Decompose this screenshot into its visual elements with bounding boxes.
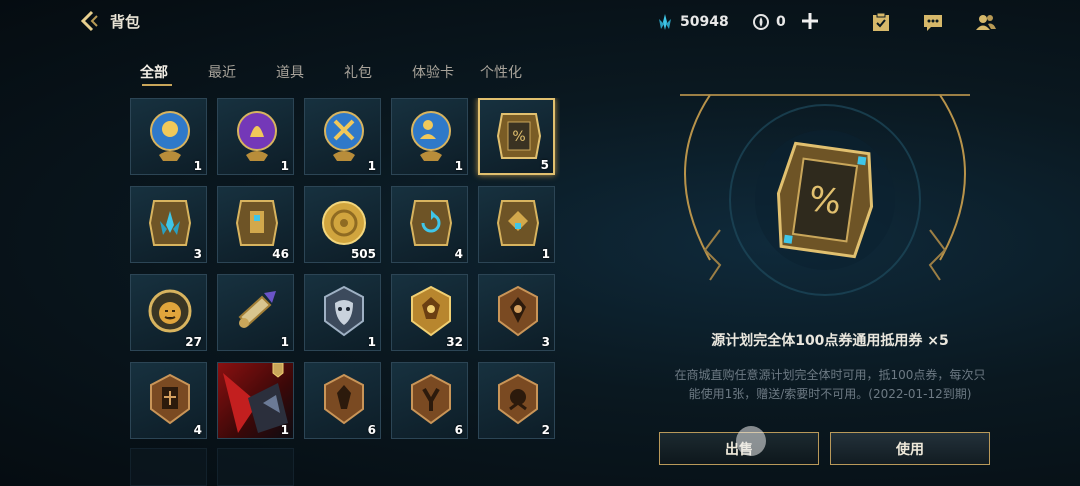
item-count: 1 — [193, 159, 202, 173]
item-count: 5 — [540, 158, 549, 172]
crossed-swords-orb-icon — [324, 111, 364, 161]
add-currency-icon[interactable] — [799, 10, 821, 32]
scroll-icon — [238, 291, 276, 328]
item-count: 3 — [193, 247, 202, 261]
blue-orb-icon — [150, 111, 190, 161]
item-count: 1 — [280, 335, 289, 349]
item-name: 源计划完全体100点券通用抵用券 ×5 — [711, 333, 949, 349]
inventory-item-selected[interactable]: % 5 — [478, 98, 555, 175]
inventory-item[interactable]: 6 — [304, 362, 381, 439]
item-count: 1 — [454, 159, 463, 173]
friends-icon[interactable] — [975, 11, 997, 33]
pumpkin-token-icon — [148, 289, 192, 333]
item-count: 32 — [446, 335, 463, 349]
inventory-item[interactable]: 1 — [478, 186, 555, 263]
page-title: 背包 — [110, 12, 141, 31]
blue-essence-display: 50948 — [656, 13, 729, 31]
inventory-item[interactable]: 4 — [130, 362, 207, 439]
orange-essence-icon — [753, 14, 769, 30]
bronze-emblem-icon — [411, 373, 451, 425]
inventory-item[interactable]: 1 — [217, 274, 294, 351]
blue-essence-icon — [659, 14, 671, 30]
refresh-card-icon — [409, 200, 453, 246]
inventory-item-partial[interactable] — [130, 448, 207, 486]
item-count: 1 — [367, 159, 376, 173]
back-arrow-icon — [80, 10, 98, 32]
back-button[interactable]: 背包 — [78, 9, 140, 33]
inventory-item[interactable]: 505 — [304, 186, 381, 263]
chat-icon[interactable] — [922, 11, 944, 33]
purple-orb-icon — [237, 111, 277, 161]
touch-indicator — [736, 426, 766, 456]
inventory-item[interactable]: 1 — [217, 362, 294, 439]
bronze-emblem-icon — [324, 373, 364, 425]
item-count: 3 — [541, 335, 550, 349]
inventory-item[interactable]: 3 — [130, 186, 207, 263]
inventory-item[interactable]: 1 — [304, 274, 381, 351]
item-count: 2 — [541, 423, 550, 437]
item-count: 4 — [193, 423, 202, 437]
tab-recent[interactable]: 最近 — [208, 62, 276, 82]
mask-emblem-icon — [324, 285, 364, 337]
inventory-item[interactable]: 3 — [478, 274, 555, 351]
tasks-icon[interactable] — [870, 11, 892, 33]
gold-card-icon — [235, 200, 279, 246]
item-description-line: 能使用1张，赠送/索要时不可用。(2022-01-12到期) — [688, 387, 972, 401]
item-description-line: 在商城直购任意源计划完全体时可用，抵100点券，每次只 — [674, 368, 986, 382]
discount-coupon-icon: % — [496, 113, 542, 159]
item-count: 1 — [367, 335, 376, 349]
shield-emblem-icon — [150, 373, 190, 425]
item-detail-panel: % 源计划完全体100点券通用抵用券 ×5 在商城直购任意源计划完全体时可用，抵… — [620, 90, 1020, 486]
orange-essence-value: 0 — [776, 14, 786, 30]
inventory-item[interactable]: 1 — [304, 98, 381, 175]
tab-items[interactable]: 道具 — [276, 62, 344, 82]
inventory-item[interactable]: 4 — [391, 186, 468, 263]
item-count: 46 — [272, 247, 289, 261]
diamond-card-icon — [496, 200, 540, 246]
inventory-item[interactable]: 32 — [391, 274, 468, 351]
inventory-item[interactable]: 27 — [130, 274, 207, 351]
item-count: 6 — [367, 423, 376, 437]
inventory-item-partial[interactable] — [217, 448, 294, 486]
inventory-item[interactable]: 1 — [391, 98, 468, 175]
inventory-item[interactable]: 1 — [130, 98, 207, 175]
teal-card-icon — [148, 200, 192, 246]
bronze-emblem-icon — [498, 285, 538, 337]
inventory-grid: 1 1 1 1 % 5 3 46 505 4 1 27 1 1 32 3 4 1… — [130, 98, 560, 486]
champion-orb-icon — [411, 111, 451, 161]
inventory-item[interactable]: 1 — [217, 98, 294, 175]
coupon-preview-icon: % — [680, 94, 970, 296]
item-count: 505 — [350, 247, 376, 261]
bronze-emblem-icon — [498, 373, 538, 425]
inventory-item[interactable]: 6 — [391, 362, 468, 439]
svg-text:%: % — [806, 179, 844, 223]
tab-all[interactable]: 全部 — [140, 62, 208, 82]
orange-essence-display: 0 — [752, 13, 786, 31]
category-tabs: 全部 最近 道具 礼包 体验卡 个性化 — [140, 62, 548, 82]
tab-packs[interactable]: 礼包 — [344, 62, 412, 82]
inventory-item[interactable]: 46 — [217, 186, 294, 263]
item-count: 1 — [280, 423, 289, 437]
top-bar: 背包 50948 0 — [0, 0, 1080, 46]
svg-text:%: % — [512, 129, 525, 145]
item-description: 在商城直购任意源计划完全体时可用，抵100点券，每次只 能使用1张，赠送/索要时… — [650, 366, 1010, 404]
gold-emblem-icon — [411, 285, 451, 337]
tab-trial-cards[interactable]: 体验卡 — [412, 62, 480, 82]
gold-coin-icon — [322, 201, 366, 245]
item-count: 1 — [280, 159, 289, 173]
inventory-item[interactable]: 2 — [478, 362, 555, 439]
blue-essence-value: 50948 — [680, 14, 729, 30]
item-count: 27 — [185, 335, 202, 349]
item-count: 4 — [454, 247, 463, 261]
tab-personalization[interactable]: 个性化 — [480, 62, 548, 82]
active-tab-underline — [142, 84, 172, 86]
item-count: 6 — [454, 423, 463, 437]
item-count: 1 — [541, 247, 550, 261]
use-button[interactable]: 使用 — [830, 432, 990, 465]
